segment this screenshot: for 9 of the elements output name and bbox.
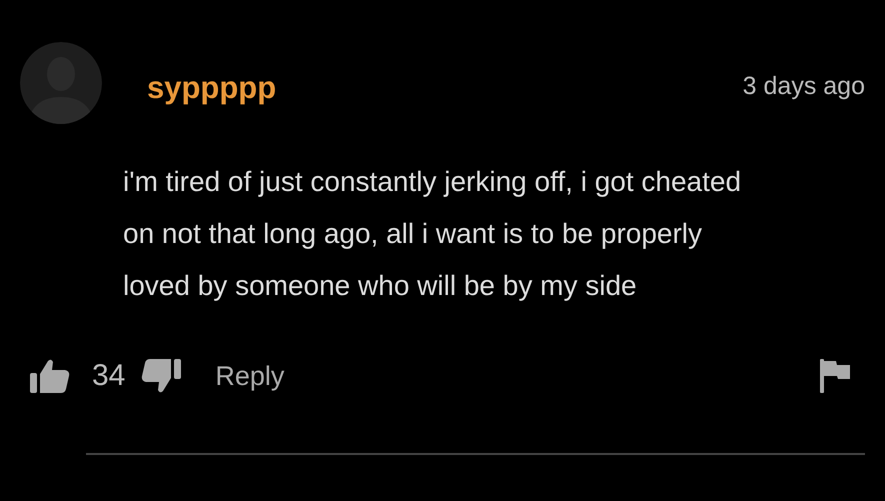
thumbs-down-icon[interactable]	[141, 358, 182, 394]
thumbs-up-icon[interactable]	[30, 358, 70, 394]
like-count: 34	[92, 359, 126, 393]
avatar-icon	[20, 42, 102, 124]
flag-icon[interactable]	[820, 359, 850, 393]
comment-time: 3 days ago	[742, 72, 865, 101]
reply-button[interactable]: Reply	[215, 360, 284, 392]
username[interactable]: syppppp	[147, 70, 276, 106]
comment-text: i'm tired of just constantly jerking off, i got cheated on not that long ago, all i want is to be properly loved by someone who will be by my side	[123, 165, 742, 303]
